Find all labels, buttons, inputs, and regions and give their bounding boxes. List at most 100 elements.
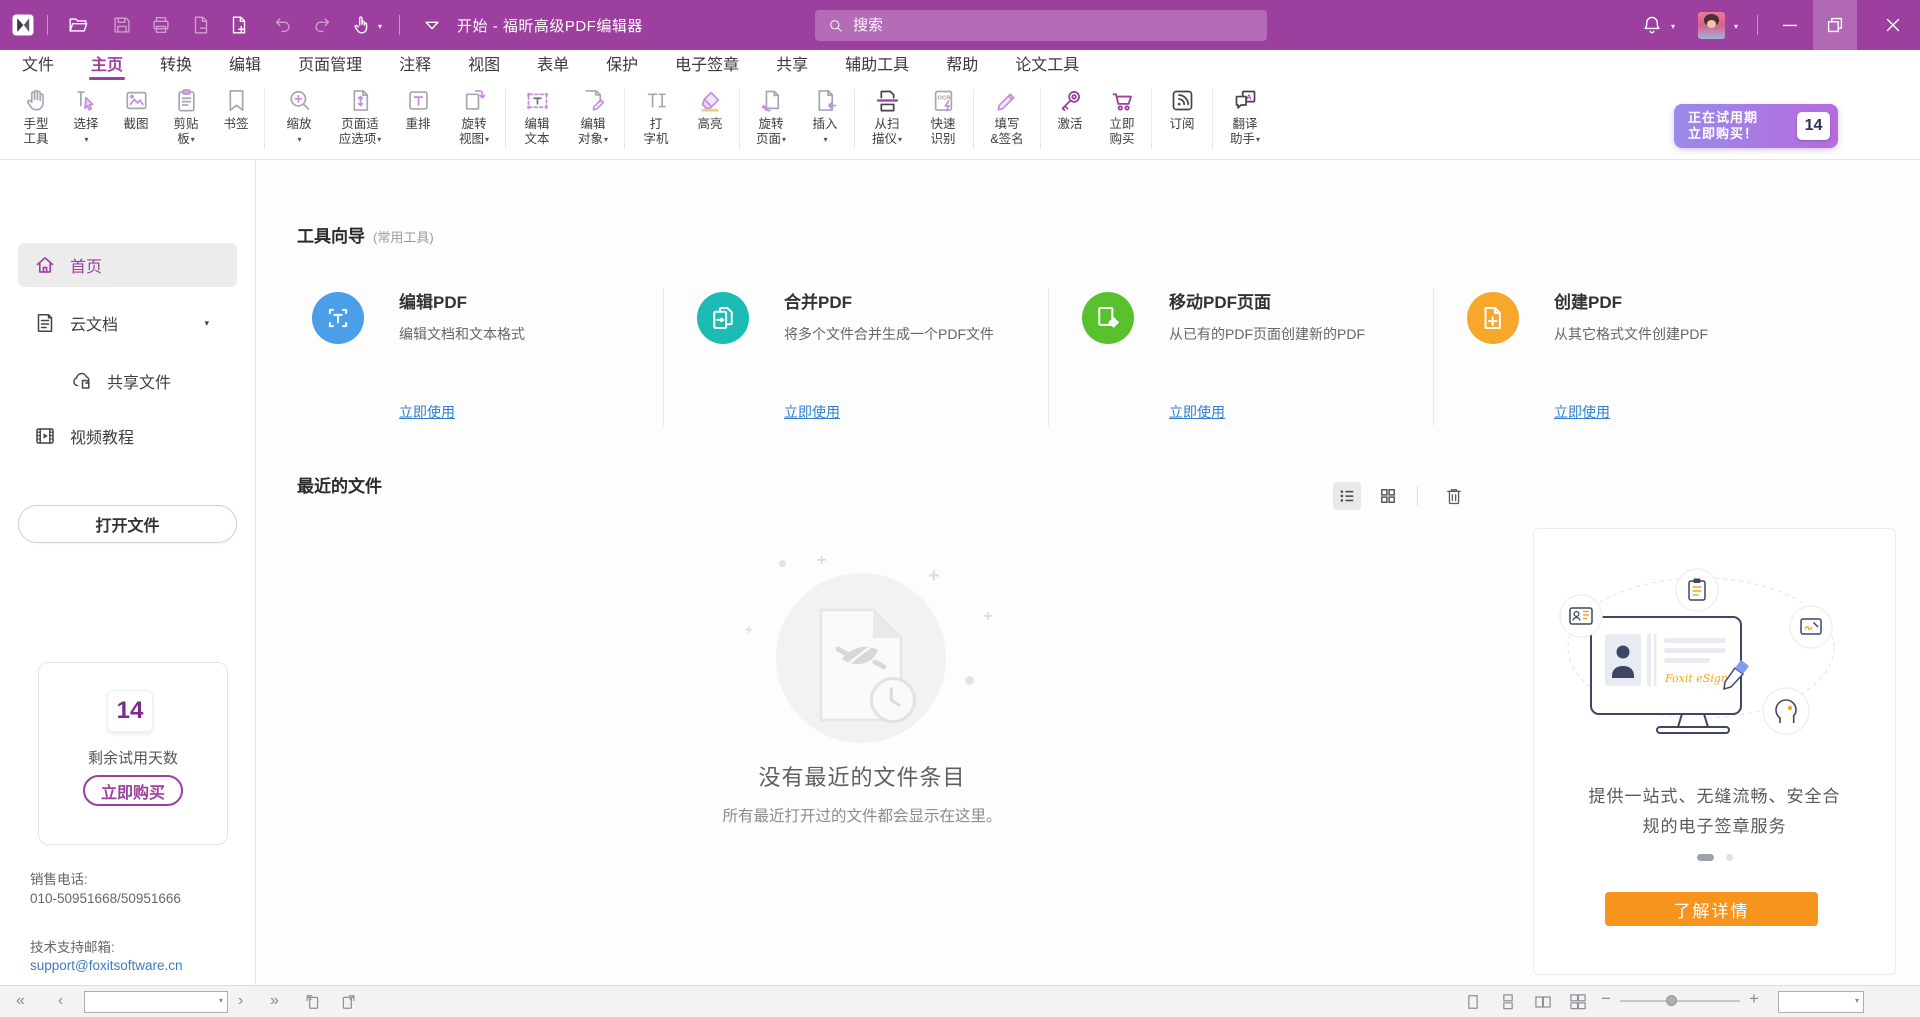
menu-view[interactable]: 视图 [468, 52, 500, 79]
edit-object-tool-button[interactable]: 编辑对象▾ [565, 80, 621, 159]
previous-page-button[interactable]: ‹ [58, 990, 63, 1012]
user-avatar[interactable] [1698, 12, 1725, 39]
menu-file[interactable]: 文件 [22, 52, 54, 79]
open-folder-icon[interactable] [67, 14, 89, 36]
activate-tool-button[interactable]: 激活 [1044, 80, 1096, 159]
remove-page-icon[interactable] [190, 14, 212, 36]
minimize-button[interactable] [1779, 14, 1801, 36]
print-icon[interactable] [150, 14, 172, 36]
menu-page-manage[interactable]: 页面管理 [298, 52, 362, 79]
menu-help[interactable]: 帮助 [946, 52, 978, 79]
search-input[interactable] [853, 17, 1213, 34]
header-separator [1417, 486, 1418, 506]
page-number-input[interactable]: ▾ [84, 991, 228, 1013]
support-email-link[interactable]: support@foxitsoftware.cn [30, 958, 183, 973]
fill-sign-tool-button[interactable]: 填写&签名 [977, 80, 1037, 159]
carousel-dots[interactable] [1534, 854, 1895, 861]
notifications-caret-icon[interactable]: ▾ [1671, 22, 1675, 31]
tool-card-merge-pdf: 合并PDF将多个文件合并生成一个PDF文件立即使用 [682, 286, 1067, 428]
undo-icon[interactable] [272, 14, 294, 36]
zoom-slider-thumb[interactable] [1666, 995, 1677, 1006]
grid-view-button[interactable] [1374, 482, 1402, 510]
menu-convert[interactable]: 转换 [160, 52, 192, 79]
reflow-tool-button[interactable]: 重排 [390, 80, 446, 159]
edit-text-tool-button[interactable]: 编辑文本 [509, 80, 565, 159]
next-view-icon[interactable] [338, 992, 358, 1012]
chevron-down-icon[interactable]: ▾ [204, 318, 209, 329]
clear-recent-trash-button[interactable] [1440, 482, 1468, 510]
rotate-view-tool-button[interactable]: 旋转视图▾ [446, 80, 502, 159]
zoom-level-input[interactable]: ▾ [1778, 991, 1864, 1013]
rotate-page-icon [758, 87, 785, 114]
menu-comment[interactable]: 注释 [399, 52, 431, 79]
notifications-bell-icon[interactable] [1641, 14, 1663, 36]
use-now-link[interactable]: 立即使用 [1169, 402, 1225, 422]
carousel-dot-active[interactable] [1697, 854, 1714, 861]
rotate-pages-tool-label: 页面▾ [756, 132, 786, 148]
sidebar-item-cloud-docs[interactable]: 云文档▾ [18, 301, 237, 345]
close-button[interactable] [1882, 14, 1904, 36]
collapse-ribbon-icon[interactable] [421, 14, 443, 36]
redo-icon[interactable] [311, 14, 333, 36]
previous-view-icon[interactable] [303, 992, 323, 1012]
tool-card-title: 移动PDF页面 [1169, 288, 1271, 313]
menu-accessibility[interactable]: 辅助工具 [845, 52, 909, 79]
carousel-dot[interactable] [1726, 854, 1733, 861]
single-page-view-icon[interactable] [1463, 992, 1483, 1012]
rotate-pages-tool-button[interactable]: 旋转页面▾ [743, 80, 799, 159]
quick-ocr-tool-button[interactable]: OCR快速识别 [916, 80, 970, 159]
zoom-tool-button[interactable]: 缩放▾ [268, 80, 330, 159]
open-file-button[interactable]: 打开文件 [18, 505, 237, 543]
facing-continuous-view-icon[interactable] [1568, 992, 1588, 1012]
add-page-icon[interactable] [228, 14, 250, 36]
use-now-link[interactable]: 立即使用 [1554, 402, 1610, 422]
zoom-slider-track[interactable] [1620, 1000, 1740, 1002]
search-bar[interactable] [815, 10, 1267, 41]
menu-form[interactable]: 表单 [537, 52, 569, 79]
use-now-link[interactable]: 立即使用 [784, 402, 840, 422]
learn-more-button[interactable]: 了解详情 [1605, 892, 1818, 926]
first-page-button[interactable]: « [16, 990, 25, 1012]
facing-view-icon[interactable] [1533, 992, 1553, 1012]
page-fit-tool-button[interactable]: 页面适应选项▾ [330, 80, 390, 159]
bookmark-tool-button[interactable]: 书签 [211, 80, 261, 159]
snapshot-tool-button[interactable]: 截图 [111, 80, 161, 159]
menu-edit[interactable]: 编辑 [229, 52, 261, 79]
typewriter-tool-button[interactable]: 打字机 [628, 80, 684, 159]
sidebar-item-home[interactable]: 首页 [18, 243, 237, 287]
touch-mode-caret-icon[interactable]: ▾ [378, 22, 382, 31]
menu-esign[interactable]: 电子签章 [675, 52, 739, 79]
app-logo-icon[interactable] [11, 13, 35, 37]
insert-pages-tool-button[interactable]: 插入▾ [799, 80, 851, 159]
clipboard-tool-button[interactable]: 剪贴板▾ [161, 80, 211, 159]
list-view-button[interactable] [1333, 482, 1361, 510]
touch-mode-icon[interactable] [350, 14, 372, 36]
continuous-view-icon[interactable] [1498, 992, 1518, 1012]
account-caret-icon[interactable]: ▾ [1734, 22, 1738, 31]
zoom-in-button[interactable]: + [1749, 989, 1759, 1009]
restore-button[interactable] [1824, 14, 1846, 36]
buy-now-button[interactable]: 立即购买 [83, 775, 183, 806]
select-tool-button[interactable]: 选择▾ [61, 80, 111, 159]
use-now-link[interactable]: 立即使用 [399, 402, 455, 422]
menu-protect[interactable]: 保护 [606, 52, 638, 79]
next-page-button[interactable]: › [238, 990, 243, 1012]
subscribe-tool-button[interactable]: 订阅 [1155, 80, 1209, 159]
menu-share[interactable]: 共享 [776, 52, 808, 79]
translate-assistant-tool-button[interactable]: A翻译助手▾ [1216, 80, 1274, 159]
support-email-label: 技术支持邮箱: [30, 936, 115, 956]
save-icon[interactable] [111, 14, 133, 36]
menu-paper-tools[interactable]: 论文工具 [1015, 52, 1079, 79]
trial-badge[interactable]: 正在试用期 立即购买！ 14 [1674, 104, 1838, 148]
tool-card-move-pdf: 移动PDF页面从已有的PDF页面创建新的PDF立即使用 [1067, 286, 1452, 428]
sparkle-icon: + [745, 622, 753, 637]
sidebar-item-shared-files[interactable]: 共享文件 [18, 359, 237, 403]
zoom-out-button[interactable]: − [1601, 989, 1611, 1009]
menu-home[interactable]: 主页 [91, 52, 123, 79]
sidebar-item-video-tutorials[interactable]: 视频教程 [18, 414, 237, 458]
from-scanner-tool-button[interactable]: 从扫描仪▾ [858, 80, 916, 159]
buy-now-tool-button[interactable]: 立即购买 [1096, 80, 1148, 159]
highlight-tool-button[interactable]: 高亮 [684, 80, 736, 159]
last-page-button[interactable]: » [270, 990, 279, 1012]
hand-tool-button[interactable]: 手型工具 [11, 80, 61, 159]
